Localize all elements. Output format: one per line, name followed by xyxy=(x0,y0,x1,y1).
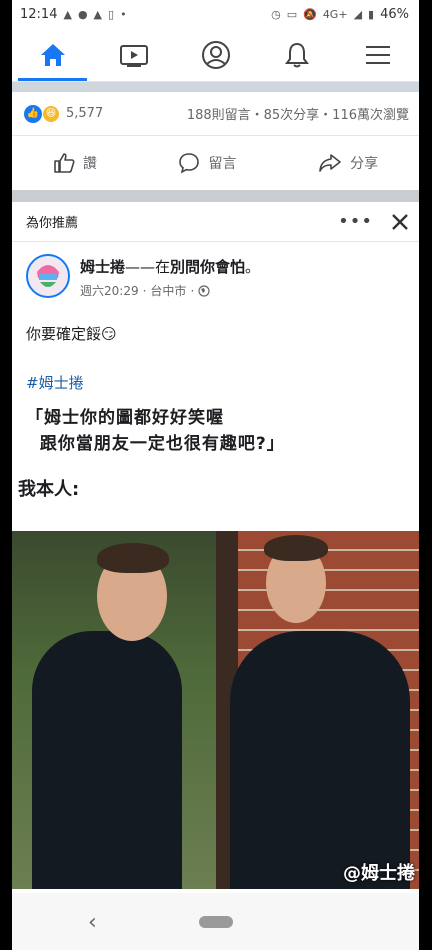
author-name[interactable]: 姆士捲 xyxy=(80,258,125,276)
sim-icon: ▯ xyxy=(108,7,115,21)
android-icon: ▲ xyxy=(63,7,72,21)
cast-icon: ▭ xyxy=(286,7,298,21)
post-header: 姆士捲——在別問你會怕。 週六20:29 · 台中市 · xyxy=(12,242,419,299)
thumbs-up-icon xyxy=(54,153,75,173)
feed-separator xyxy=(12,190,419,202)
hashtag-link[interactable]: #姆士捲 xyxy=(12,344,419,393)
app-frame: 12:14 ▲ ● ▲ ▯ • ◷ ▭ 🔕 4G+ ◢ ▮ 46% 👍 😆 5,… xyxy=(12,0,419,950)
activity-period: 。 xyxy=(245,258,261,276)
quote-text: 「姆士你的圖都好好笑喔 跟你當朋友一定也很有趣吧?」 xyxy=(12,393,419,457)
comment-button[interactable]: 留言 xyxy=(178,152,236,174)
avatar[interactable] xyxy=(26,254,70,298)
engagement-stats[interactable]: 188則留言・85次分享・116萬次瀏覽 xyxy=(187,104,409,123)
nav-profile[interactable] xyxy=(175,28,256,81)
profile-icon xyxy=(201,40,230,69)
reaction-summary[interactable]: 👍 😆 5,577 188則留言・85次分享・116萬次瀏覽 xyxy=(12,92,419,136)
like-label: 讚 xyxy=(82,156,97,172)
like-button[interactable]: 讚 xyxy=(53,152,97,174)
recommendation-label: 為你推薦 xyxy=(26,216,79,231)
comment-icon xyxy=(179,153,200,174)
haha-reaction-icon: 😆 xyxy=(42,104,60,123)
nav-home[interactable] xyxy=(12,28,93,81)
alarm-icon: ◷ xyxy=(271,7,281,21)
android-icon: ▲ xyxy=(93,7,103,21)
top-nav xyxy=(12,28,419,82)
avatar-illustration-icon xyxy=(29,257,67,295)
back-chevron-icon[interactable]: ‹ xyxy=(88,910,97,935)
photo-watermark: @姆士捲 xyxy=(343,863,415,884)
battery-level: 46% xyxy=(380,6,409,22)
meta-dot: · xyxy=(190,283,195,298)
home-pill-icon[interactable] xyxy=(198,915,233,928)
nav-notifications[interactable] xyxy=(256,28,337,81)
video-icon xyxy=(120,44,149,67)
activity-text[interactable]: 別問你會怕 xyxy=(170,258,245,276)
status-bar: 12:14 ▲ ● ▲ ▯ • ◷ ▭ 🔕 4G+ ◢ ▮ 46% xyxy=(12,0,419,28)
photo-right-panel: @姆士捲 xyxy=(216,531,419,889)
signal-icon: ◢ xyxy=(353,7,363,21)
reaction-count: 5,577 xyxy=(66,106,104,121)
comment-label: 留言 xyxy=(208,156,237,172)
globe-icon xyxy=(198,284,210,297)
home-icon xyxy=(40,43,65,66)
network-label: 4G+ xyxy=(322,7,348,21)
bell-icon xyxy=(284,42,309,67)
share-icon xyxy=(319,154,341,172)
nav-menu[interactable] xyxy=(338,28,419,81)
like-reaction-icon: 👍 xyxy=(24,104,42,123)
clock: 12:14 xyxy=(20,6,58,22)
close-icon[interactable] xyxy=(391,213,409,231)
meta-dot: · xyxy=(142,283,147,298)
battery-icon: ▮ xyxy=(368,7,375,21)
recommendation-header: 為你推薦 ••• xyxy=(12,202,419,242)
post-location[interactable]: 台中市 xyxy=(150,282,186,299)
more-options-icon[interactable]: ••• xyxy=(338,211,373,232)
post-photo[interactable]: @姆士捲 xyxy=(12,531,419,889)
post-date[interactable]: 週六20:29 xyxy=(80,282,139,299)
author-line: 姆士捲——在別問你會怕。 xyxy=(80,256,260,277)
quote-line-1: 「姆士你的圖都好好笑喔 xyxy=(26,408,224,428)
mute-icon: 🔕 xyxy=(303,7,317,21)
share-label: 分享 xyxy=(350,156,379,172)
menu-icon xyxy=(366,45,391,64)
previous-post-image-edge xyxy=(12,82,419,92)
nav-video[interactable] xyxy=(93,28,174,81)
system-nav-bar: ‹ xyxy=(12,893,419,950)
share-button[interactable]: 分享 xyxy=(318,152,378,174)
post-actions: 讚 留言 分享 xyxy=(12,136,419,190)
caption-text: 我本人: xyxy=(18,479,80,500)
post-meta: 週六20:29 · 台中市 · xyxy=(80,282,260,299)
messenger-icon: ● xyxy=(77,7,88,21)
dot-icon: • xyxy=(120,7,127,21)
activity-prefix: ——在 xyxy=(125,258,171,276)
post-text: 你要確定餒😏 xyxy=(26,325,117,343)
quote-line-2: 跟你當朋友一定也很有趣吧?」 xyxy=(26,434,285,454)
photo-left-panel xyxy=(12,531,216,889)
